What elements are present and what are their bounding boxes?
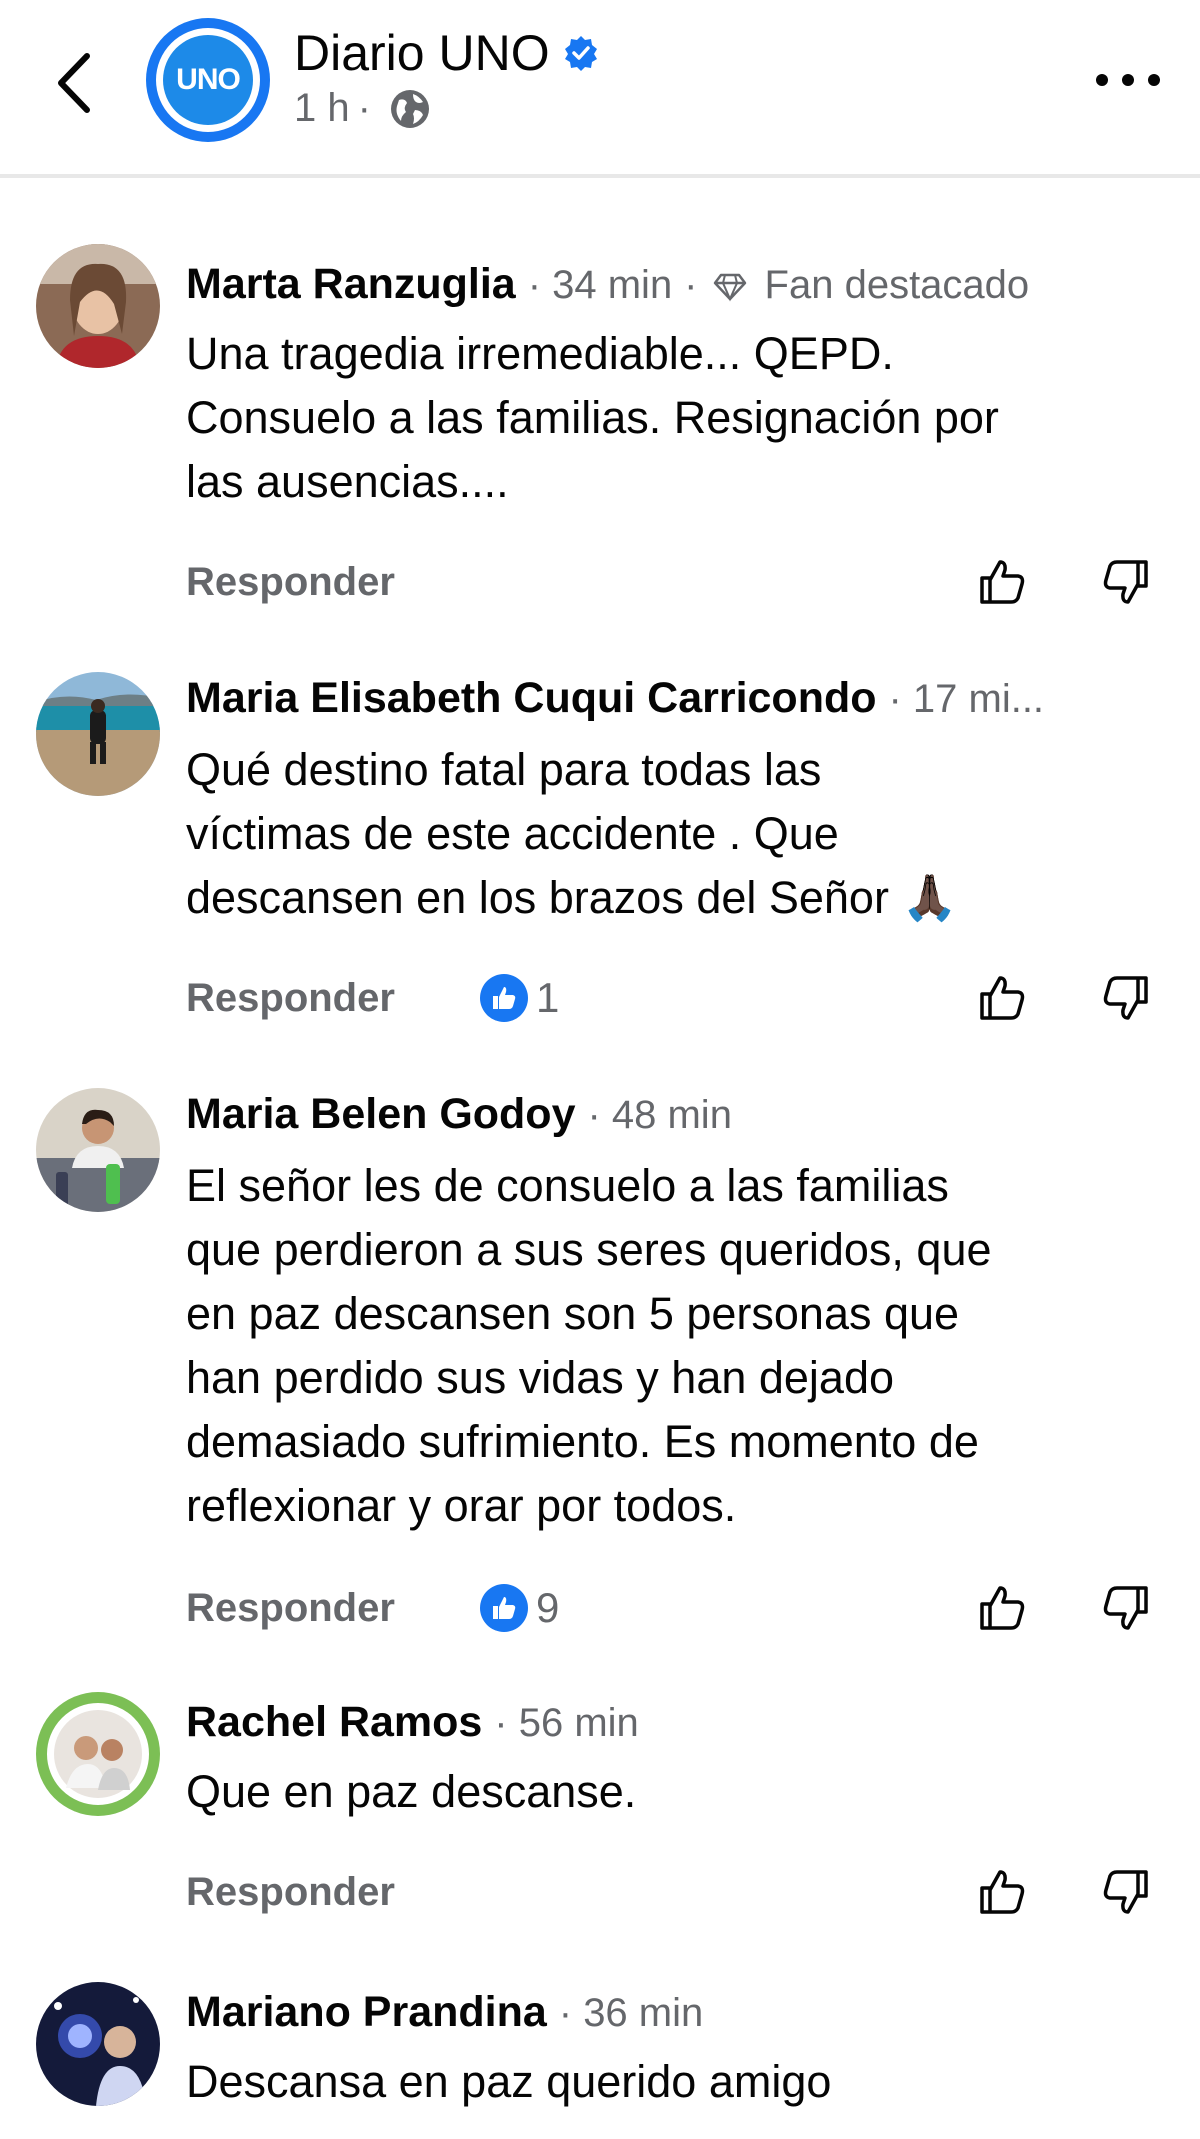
comment-author[interactable]: Maria Elisabeth Cuqui Carricondo (186, 674, 877, 722)
comment-author[interactable]: Marta Ranzuglia (186, 260, 516, 308)
avatar[interactable] (36, 1088, 160, 1212)
comment-text: El señor les de consuelo a las familias … (186, 1160, 992, 1531)
avatar[interactable] (36, 672, 160, 796)
post-time: 1 h (294, 86, 350, 130)
meta-separator: · (357, 86, 371, 130)
avatar[interactable] (36, 1692, 160, 1816)
page-avatar[interactable]: UNO (146, 18, 270, 142)
more-horizontal-icon (1096, 74, 1108, 86)
page-name-row[interactable]: Diario UNO (294, 24, 600, 82)
thumbs-down-icon (1103, 560, 1148, 604)
fan-badge-label: Fan destacado (764, 263, 1030, 307)
chevron-left-icon (58, 53, 90, 113)
comment-author-row: Maria Belen Godoy · 48 min (186, 1090, 732, 1138)
dislike-button[interactable] (1100, 972, 1152, 1029)
comment-actions: Responder (186, 1862, 1166, 1922)
reply-button[interactable]: Responder (186, 1578, 395, 1638)
comment-time[interactable]: 48 min (612, 1093, 732, 1137)
back-button[interactable] (48, 50, 98, 116)
like-button[interactable] (976, 1866, 1028, 1923)
reply-button[interactable]: Responder (186, 968, 395, 1028)
like-button[interactable] (976, 1582, 1028, 1639)
comment-time[interactable]: 17 mi... (913, 677, 1044, 721)
reply-button[interactable]: Responder (186, 1862, 395, 1922)
comment-time[interactable]: 34 min (552, 263, 672, 307)
post-meta: 1 h · (294, 86, 431, 131)
dislike-button[interactable] (1100, 556, 1152, 613)
comment-author-row: Marta Ranzuglia · 34 min · Fan destacado (186, 260, 1030, 308)
page-logo: UNO (163, 35, 253, 125)
comment-text: Una tragedia irremediable... QEPD. Consu… (186, 328, 999, 507)
diamond-icon (713, 272, 747, 302)
comment-author-row: Mariano Prandina · 36 min (186, 1988, 704, 2036)
thumbs-down-icon (1103, 1870, 1148, 1914)
avatar[interactable] (36, 244, 160, 368)
header-divider (0, 174, 1200, 178)
post-header: UNO Diario UNO 1 h · (0, 0, 1200, 178)
avatar[interactable] (36, 1982, 160, 2106)
reply-button[interactable]: Responder (186, 552, 395, 612)
reaction-summary[interactable]: 1 (480, 974, 559, 1022)
comment-author-row: Maria Elisabeth Cuqui Carricondo · 17 mi… (186, 674, 1045, 722)
like-reaction-icon (480, 1584, 528, 1632)
thumbs-up-icon (980, 560, 1025, 604)
like-reaction-icon (480, 974, 528, 1022)
globe-icon (389, 88, 431, 130)
like-button[interactable] (976, 972, 1028, 1029)
dislike-button[interactable] (1100, 1582, 1152, 1639)
thumbs-up-icon (980, 1870, 1025, 1914)
comment-text: Que en paz descanse. (186, 1766, 637, 1817)
thumbs-up-icon (980, 1586, 1025, 1630)
comment-actions: Responder (186, 552, 1166, 612)
comment-author[interactable]: Maria Belen Godoy (186, 1090, 575, 1138)
reaction-summary[interactable]: 9 (480, 1584, 559, 1632)
comment-author-row: Rachel Ramos · 56 min (186, 1698, 639, 1746)
reaction-count: 9 (536, 1584, 560, 1631)
comment-text: Descansa en paz querido amigo (186, 2056, 832, 2107)
comment-actions: Responder 1 (186, 968, 1166, 1028)
comment-author[interactable]: Rachel Ramos (186, 1698, 482, 1746)
comment-author[interactable]: Mariano Prandina (186, 1988, 547, 2036)
more-options-button[interactable] (1096, 60, 1160, 100)
thumbs-down-icon (1103, 976, 1148, 1020)
reaction-count: 1 (536, 974, 560, 1021)
verified-badge-icon (562, 34, 600, 72)
comment-time[interactable]: 36 min (583, 1991, 703, 2035)
comment-text: Qué destino fatal para todas las víctima… (186, 744, 958, 923)
page-name[interactable]: Diario UNO (294, 24, 550, 82)
dislike-button[interactable] (1100, 1866, 1152, 1923)
thumbs-up-icon (980, 976, 1025, 1020)
comment-actions: Responder 9 (186, 1578, 1166, 1638)
comment-time[interactable]: 56 min (519, 1701, 639, 1745)
like-button[interactable] (976, 556, 1028, 613)
thumbs-down-icon (1103, 1586, 1148, 1630)
